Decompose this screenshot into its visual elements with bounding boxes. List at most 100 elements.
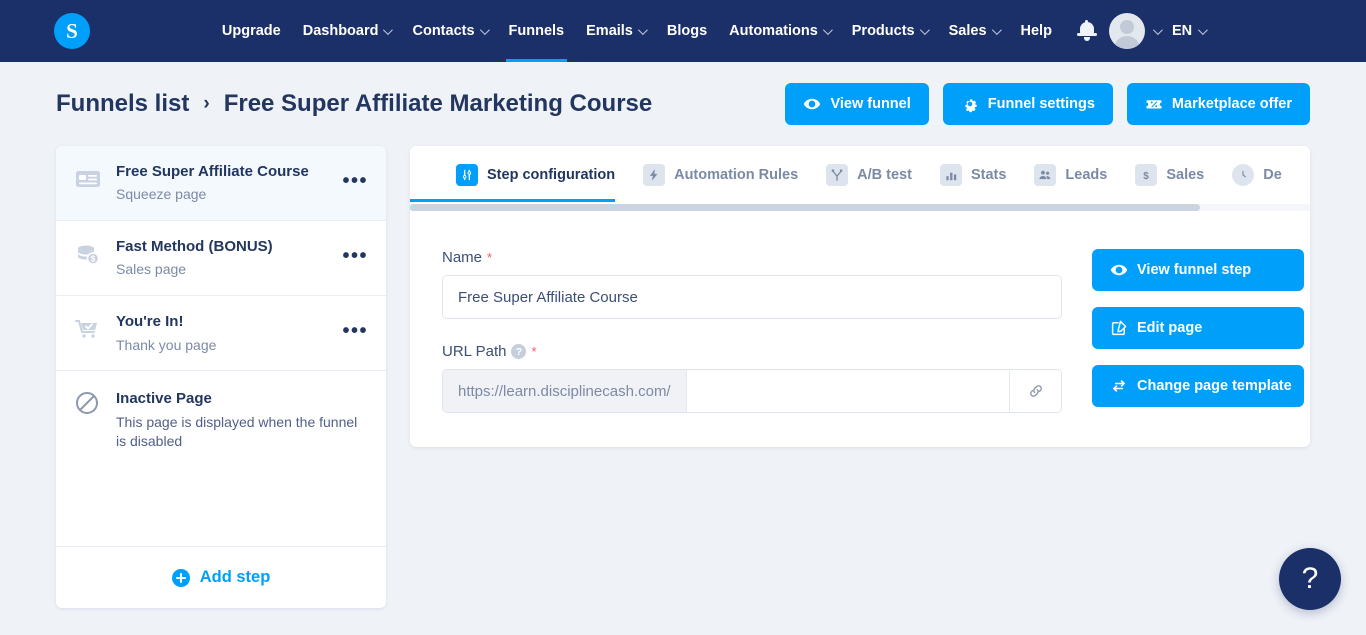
button-label: Edit page — [1137, 320, 1203, 336]
copy-link-button[interactable] — [1009, 370, 1061, 412]
nav-item-blogs[interactable]: Blogs — [656, 0, 718, 62]
step-title: Fast Method (BONUS) — [116, 238, 273, 256]
no-entry-icon — [76, 392, 98, 415]
link-icon — [1029, 385, 1042, 397]
step-subtitle: Thank you page — [116, 336, 217, 353]
chevron-down-icon — [637, 24, 648, 35]
step-text: Inactive Page This page is displayed whe… — [116, 389, 370, 450]
step-menu-button[interactable]: ••• — [340, 319, 370, 348]
tab-stats[interactable]: Stats — [926, 146, 1020, 204]
page-header: Funnels list › Free Super Affiliate Mark… — [0, 62, 1366, 146]
main-nav: Upgrade Dashboard Contacts Funnels Email… — [211, 0, 1223, 62]
nav-item-label: Dashboard — [302, 23, 379, 39]
tab-label: Step configuration — [487, 167, 616, 183]
thank-you-page-icon — [75, 320, 97, 338]
tab-step-configuration[interactable]: Step configuration — [442, 146, 629, 204]
language-selector[interactable]: EN — [1171, 23, 1208, 39]
step-item-squeeze-page[interactable]: Free Super Affiliate Course Squeeze page… — [56, 146, 386, 222]
nav-right-cluster: EN — [1076, 13, 1208, 49]
bar-chart-icon — [939, 164, 962, 186]
name-label-row: Name * — [442, 249, 1062, 266]
step-configuration-card: Step configuration Automation Rules A/B … — [410, 146, 1310, 447]
edit-page-button[interactable]: Edit page — [1092, 307, 1304, 349]
tab-label: Automation Rules — [674, 167, 799, 183]
chevron-down-icon — [991, 24, 1002, 35]
button-label: Funnel settings — [987, 96, 1095, 112]
page-header-actions: View funnel Funnel settings Marketplace … — [785, 83, 1310, 125]
step-item-thank-you-page[interactable]: You're In! Thank you page ••• — [56, 296, 386, 372]
tab-sales[interactable]: $ Sales — [1121, 146, 1218, 204]
nav-item-help[interactable]: Help — [1010, 0, 1063, 62]
tabs-scrollbar-track[interactable] — [410, 204, 1310, 211]
nav-item-upgrade[interactable]: Upgrade — [211, 0, 292, 62]
nav-item-label: Emails — [586, 23, 633, 39]
button-label: Marketplace offer — [1171, 96, 1292, 112]
add-step-label: Add step — [199, 568, 271, 586]
tab-label: A/B test — [857, 167, 912, 183]
url-path-input[interactable] — [686, 370, 1009, 412]
nav-item-dashboard[interactable]: Dashboard — [292, 0, 402, 62]
nav-item-label: Funnels — [508, 23, 565, 39]
name-input[interactable] — [442, 275, 1062, 319]
step-title: You're In! — [116, 313, 184, 331]
tab-label: Leads — [1065, 167, 1108, 183]
tab-ab-test[interactable]: A/B test — [812, 146, 926, 204]
chevron-down-icon — [1152, 24, 1163, 35]
page-title: Free Super Affiliate Marketing Course — [223, 90, 653, 117]
bolt-icon — [643, 164, 666, 186]
gear-icon — [965, 99, 977, 113]
nav-item-emails[interactable]: Emails — [575, 0, 656, 62]
funnel-settings-button[interactable]: Funnel settings — [942, 83, 1113, 125]
brand-logo[interactable]: S — [54, 13, 90, 49]
step-configuration-body: Name * URL Path ? * https://learn.discip… — [410, 211, 1310, 447]
active-tab-underline — [410, 199, 615, 202]
tab-automation-rules[interactable]: Automation Rules — [629, 146, 812, 204]
name-label: Name — [442, 249, 483, 266]
step-action-buttons: View funnel step Edit page Change page t… — [1092, 249, 1304, 413]
url-path-input-group: https://learn.disciplinecash.com/ — [442, 369, 1062, 413]
eye-icon — [804, 98, 821, 110]
nav-item-contacts[interactable]: Contacts — [401, 0, 497, 62]
dollar-icon: $ — [1135, 164, 1158, 186]
add-step-button[interactable]: Add step — [56, 546, 386, 608]
step-menu-button[interactable]: ••• — [340, 244, 370, 273]
change-page-template-button[interactable]: Change page template — [1092, 365, 1304, 407]
view-funnel-step-button[interactable]: View funnel step — [1092, 249, 1304, 291]
url-prefix: https://learn.disciplinecash.com/ — [443, 370, 687, 412]
help-support-button[interactable]: ? — [1279, 548, 1341, 610]
button-label: View funnel — [830, 96, 911, 112]
step-item-sales-page[interactable]: $ Fast Method (BONUS) Sales page ••• — [56, 221, 386, 297]
svg-text:$: $ — [1144, 171, 1150, 182]
nav-item-label: Blogs — [666, 23, 708, 39]
ticket-icon — [1146, 100, 1162, 109]
bell-icon[interactable] — [1076, 20, 1097, 42]
language-label: EN — [1171, 23, 1193, 39]
tab-list: Step configuration Automation Rules A/B … — [410, 146, 1310, 204]
tab-delay[interactable]: De — [1218, 146, 1296, 204]
nav-item-label: Upgrade — [221, 23, 281, 39]
inactive-page-description: This page is displayed when the funnel i… — [116, 413, 358, 449]
step-menu-button[interactable]: ••• — [340, 169, 370, 198]
tabs-scrollbar-thumb[interactable] — [410, 204, 1200, 211]
step-text: Free Super Affiliate Course Squeeze page — [116, 162, 326, 204]
tab-label: Stats — [970, 167, 1007, 183]
view-funnel-button[interactable]: View funnel — [785, 83, 929, 125]
button-label: View funnel step — [1137, 262, 1252, 278]
help-icon[interactable]: ? — [511, 344, 527, 359]
step-title: Free Super Affiliate Course — [116, 163, 309, 180]
chevron-down-icon — [383, 24, 394, 35]
clock-icon — [1232, 164, 1255, 186]
account-menu[interactable] — [1108, 13, 1163, 49]
eye-icon — [1110, 264, 1128, 276]
breadcrumb-funnels-list-link[interactable]: Funnels list — [56, 90, 189, 118]
nav-item-automations[interactable]: Automations — [718, 0, 841, 62]
url-path-label: URL Path — [442, 343, 507, 360]
nav-item-sales[interactable]: Sales — [938, 0, 1010, 62]
nav-item-funnels[interactable]: Funnels — [498, 0, 576, 62]
name-field-group: Name * — [442, 249, 1062, 319]
marketplace-offer-button[interactable]: Marketplace offer — [1126, 83, 1310, 125]
tab-leads[interactable]: Leads — [1020, 146, 1121, 204]
edit-square-icon — [1111, 320, 1127, 336]
nav-item-products[interactable]: Products — [841, 0, 938, 62]
